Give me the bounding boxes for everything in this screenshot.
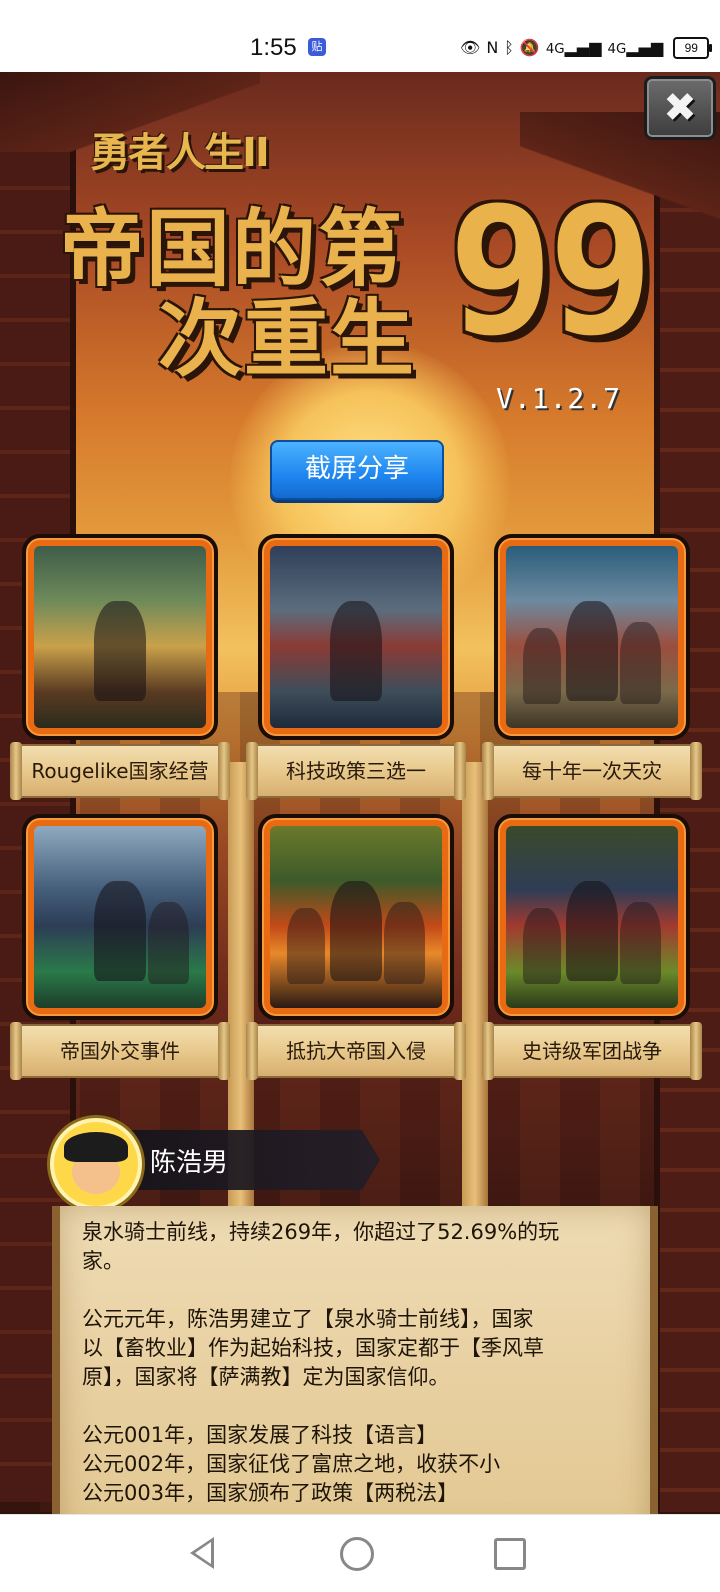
town-artwork [34,546,206,728]
feature-label: 科技政策三选一 [286,759,426,783]
art-silhouette [619,622,661,705]
signal-icon-2: 4G▂▄▆ [607,38,664,57]
art-silhouette [383,902,425,985]
back-icon-inner [195,1542,211,1564]
art-silhouette [287,907,326,985]
system-nav-bar [0,1514,720,1592]
feature-card: 帝国外交事件 [10,814,230,1084]
history-log-panel[interactable]: 泉水骑士前线，持续269年，你超过了52.69%的玩 家。 公元元年，陈浩男建立… [52,1206,658,1514]
eye-icon: 👁 [460,38,481,57]
recents-button[interactable] [494,1538,526,1570]
history-line: 公元003年，国家颁布了政策【两税法】 [82,1481,459,1505]
feature-card: 抵抗大帝国入侵 [246,814,466,1084]
game-subtitle: 勇者人生II [90,130,270,176]
feature-card: 史诗级军团战争 [482,814,702,1084]
feature-card-frame [494,534,690,740]
feature-label: 每十年一次天灾 [522,759,662,783]
bluetooth-icon: ᛒ [504,38,514,57]
player-avatar[interactable] [50,1118,142,1210]
art-silhouette [147,902,189,985]
feature-card-frame [258,814,454,1020]
art-silhouette [523,907,562,985]
history-line: 家。 [82,1249,124,1273]
feature-scroll: 每十年一次天灾 [482,742,702,800]
close-icon: ✖ [663,85,697,131]
diplomacy-artwork [34,826,206,1008]
knights-battle-artwork [506,546,678,728]
art-silhouette [619,902,661,985]
feature-scroll: Rougelike国家经营 [10,742,230,800]
battery-icon: 99 [673,37,713,59]
feature-label: 帝国外交事件 [60,1039,180,1063]
history-line: 原】，国家将【萨满教】定为国家信仰。 [82,1365,450,1389]
mute-bell-icon: 🔕 [519,38,540,57]
history-spacer [82,1392,628,1421]
art-silhouette [566,600,618,701]
status-time: 1:55 [250,34,297,61]
art-silhouette [94,600,146,701]
avatar-hair [64,1132,128,1162]
feature-card-frame [258,534,454,740]
legion-war-artwork [506,826,678,1008]
art-silhouette [566,880,618,981]
notification-app-icon: 贴 [308,38,326,56]
feature-scroll: 帝国外交事件 [10,1022,230,1080]
game-title-number: 99 [448,169,654,374]
feature-scroll: 科技政策三选一 [246,742,466,800]
home-button[interactable] [340,1537,374,1571]
feature-scroll: 史诗级军团战争 [482,1022,702,1080]
feature-card-frame [22,814,218,1020]
feature-label: 史诗级军团战争 [522,1039,662,1063]
art-silhouette [330,600,382,701]
art-silhouette [523,627,562,705]
art-silhouette [94,880,146,981]
history-line: 以【畜牧业】作为起始科技，国家定都于【季风草 [82,1336,544,1360]
feature-card: 科技政策三选一 [246,534,466,804]
history-spacer [82,1276,628,1305]
history-line: 公元元年，陈浩男建立了【泉水骑士前线】，国家 [82,1307,534,1331]
king-statue-artwork [270,546,442,728]
feature-label: 抵抗大帝国入侵 [286,1039,426,1063]
screenshot-share-button[interactable]: 截屏分享 [270,440,444,500]
feature-card: 每十年一次天灾 [482,534,702,804]
feature-label: Rougelike国家经营 [31,759,209,783]
status-bar: 1:55 贴 👁 N ᛒ 🔕 4G▂▄▆ 4G▂▄▆ 99 [0,0,720,72]
signal-icon-1: 4G▂▄▆ [545,38,602,57]
game-title-line2: 次重生 [158,290,417,388]
history-line: 公元001年，国家发展了科技【语言】 [82,1423,438,1447]
feature-card-frame [22,534,218,740]
feature-card-frame [494,814,690,1020]
player-name: 陈浩男 [150,1148,229,1178]
game-screen: 勇者人生II 帝国的第 次重生 99 V.1.2.7 ✖ 截屏分享 Rougel… [0,72,720,1514]
nfc-icon: N [486,38,499,57]
close-button[interactable]: ✖ [644,76,716,140]
history-line: 泉水骑士前线，持续269年，你超过了52.69%的玩 [82,1220,560,1244]
history-line: 公元002年，国家征伐了富庶之地，收获不小 [82,1452,501,1476]
feature-scroll: 抵抗大帝国入侵 [246,1022,466,1080]
invasion-artwork [270,826,442,1008]
status-icons: 👁 N ᛒ 🔕 4G▂▄▆ 4G▂▄▆ 99 [460,36,713,60]
art-silhouette [330,880,382,981]
version-label: V.1.2.7 [496,382,622,415]
feature-card: Rougelike国家经营 [10,534,230,804]
